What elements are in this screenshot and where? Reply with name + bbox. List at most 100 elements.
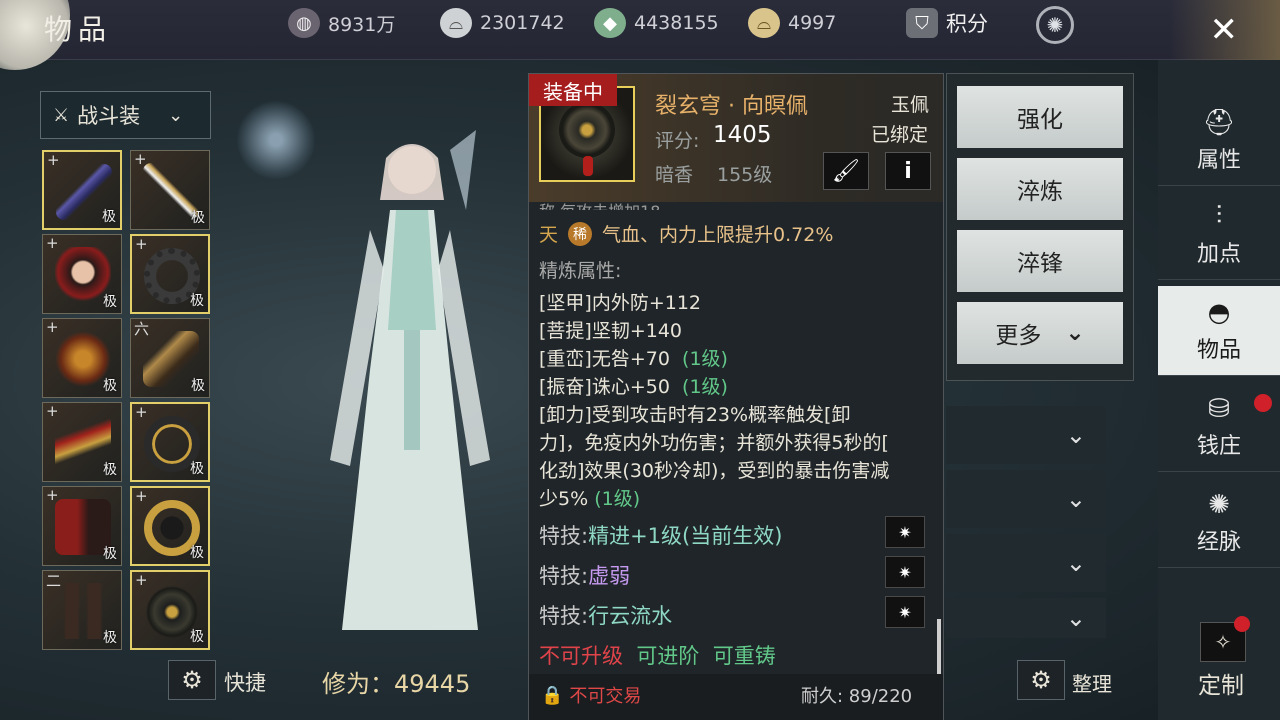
- equip-slot-weapon[interactable]: + 极: [42, 150, 122, 230]
- temper-button[interactable]: 淬炼: [957, 158, 1123, 220]
- status-line: 不可升级 可进阶 可重铸: [539, 640, 776, 670]
- outfit-dropdown[interactable]: ⚔ 战斗装 ⌄: [40, 91, 211, 139]
- tian-text: 气血、内力上限提升0.72%: [602, 224, 834, 246]
- refine-text: [振奋]诛心+50: [539, 376, 670, 398]
- button-label: 更多: [995, 323, 1042, 349]
- trick-name: 行云流水: [588, 604, 673, 628]
- equip-slot-necklace[interactable]: + 极: [130, 234, 210, 314]
- slot-grade: 极: [103, 630, 117, 646]
- equip-slot-belt[interactable]: + 极: [42, 402, 122, 482]
- tian-attribute: 天 稀 气血、内力上限提升0.72%: [539, 220, 833, 247]
- trick-line: 特技:精进+1级(当前生效): [539, 520, 782, 550]
- slot-plus: +: [135, 571, 148, 589]
- currency-coins: ◍ 8931万: [288, 6, 395, 40]
- unload-text: 少5%: [539, 488, 589, 510]
- no-upgrade-label: 不可升级: [539, 644, 623, 668]
- refine-line: [重峦]无咎+70 (1级): [539, 344, 728, 371]
- info-button[interactable]: i: [885, 152, 931, 190]
- tab-meridians[interactable]: ✺ 经脉: [1158, 478, 1280, 568]
- slot-grade: 极: [190, 629, 204, 645]
- equip-slot-pendant[interactable]: + 极: [130, 570, 210, 650]
- appearance-button[interactable]: 🖌: [823, 152, 869, 190]
- equip-slot-ring2[interactable]: + 极: [130, 486, 210, 566]
- tab-items[interactable]: ◓ 物品: [1158, 286, 1280, 376]
- bag-icon: ◓: [1207, 297, 1231, 328]
- quick-settings-button[interactable]: ⚙: [168, 660, 216, 700]
- meridian-icon: ✺: [1208, 489, 1230, 520]
- trick-line: 特技:虚弱: [539, 560, 630, 590]
- slot-grade: 极: [190, 293, 204, 309]
- gear-icon: ⚙: [1030, 666, 1052, 694]
- trick-skill-button[interactable]: ✷: [885, 596, 925, 628]
- burst-icon: ✷: [898, 602, 912, 622]
- currency-silver: ⌓ 2301742: [440, 6, 565, 40]
- silver-ingot-icon: ⌓: [440, 8, 472, 38]
- panel-scrollbar[interactable]: [937, 619, 941, 679]
- burst-icon: ✷: [898, 562, 912, 582]
- equip-slot-bracer[interactable]: 六 极: [130, 318, 210, 398]
- can-reforge-label: 可重铸: [712, 644, 776, 668]
- refine-line: [坚甲]内外防+112: [539, 288, 701, 315]
- item-detail-panel: 装备中 裂玄穹 · 向暝佩 玉佩 已绑定 评分: 1405 暗香 155级 🖌 …: [528, 73, 944, 720]
- no-trade: 🔒 不可交易: [541, 682, 641, 708]
- chevron-down-icon: ⌄: [1065, 421, 1086, 449]
- collapsed-row[interactable]: ⌄: [946, 534, 1106, 592]
- sliders-icon: ⫶: [1215, 201, 1223, 231]
- durability: 耐久: 89/220: [801, 686, 913, 707]
- currency-value: 4438155: [634, 12, 719, 34]
- collapsed-row[interactable]: ⌄: [946, 598, 1106, 638]
- points-button[interactable]: ⛉ 积分: [906, 6, 988, 40]
- equip-slot-legs[interactable]: + 极: [42, 486, 122, 566]
- equip-slot-chest[interactable]: + 极: [42, 318, 122, 398]
- collapsed-row[interactable]: ⌄: [946, 470, 1106, 528]
- action-menu: 强化 淬炼 淬锋 更多 ⌄: [946, 73, 1134, 381]
- game-screen: { "header":{"title":"物品","close_icon":"c…: [0, 0, 1280, 720]
- refine-level: (1级): [682, 376, 728, 398]
- refine-text: [菩提]坚韧+140: [539, 320, 683, 342]
- sharpen-button[interactable]: 淬锋: [957, 230, 1123, 292]
- item-level: 155级: [717, 164, 773, 186]
- refine-text: [坚甲]内外防+112: [539, 292, 702, 314]
- trick-name: 虚弱: [588, 564, 631, 588]
- tab-label: 钱庄: [1196, 433, 1241, 459]
- player-character: [330, 130, 490, 630]
- bound-status: 已绑定: [871, 124, 929, 146]
- tab-points[interactable]: ⫶ 加点: [1158, 190, 1280, 280]
- trick-label: 特技:: [539, 524, 589, 548]
- equip-slot-offhand[interactable]: + 极: [130, 150, 210, 230]
- quick-label: 快捷: [224, 671, 266, 695]
- item-type: 玉佩: [891, 94, 930, 116]
- magic-wand-icon: ✧: [1214, 630, 1232, 654]
- coin-icon: ◍: [288, 8, 320, 38]
- equip-slot-boots[interactable]: 二 极: [42, 570, 122, 650]
- slot-grade: 极: [191, 210, 205, 226]
- strengthen-button[interactable]: 强化: [957, 86, 1123, 148]
- page-title: 物品: [44, 13, 113, 46]
- shield-icon: ⛉: [906, 8, 938, 38]
- collapsed-row[interactable]: ⌄: [946, 406, 1106, 464]
- settings-gear-icon[interactable]: ✺: [1036, 6, 1074, 44]
- slot-grade: 极: [103, 462, 117, 478]
- slot-grade: 极: [103, 294, 117, 310]
- equip-slot-head[interactable]: + 极: [42, 234, 122, 314]
- score-value: 1405: [713, 122, 772, 148]
- currency-value: 4997: [788, 12, 837, 34]
- refine-line: [菩提]坚韧+140: [539, 316, 682, 343]
- button-label: 淬炼: [1017, 179, 1063, 205]
- tab-attributes[interactable]: ⛑ 属性: [1158, 96, 1280, 186]
- close-button[interactable]: ✕: [1170, 0, 1280, 60]
- equip-slot-ring1[interactable]: + 极: [130, 402, 210, 482]
- slot-plus: +: [135, 487, 148, 505]
- chevron-down-icon: ⌄: [1065, 485, 1086, 513]
- trick-skill-button[interactable]: ✷: [885, 556, 925, 588]
- more-button[interactable]: 更多 ⌄: [957, 302, 1123, 364]
- currency-gold: ⌓ 4997: [748, 6, 836, 40]
- trick-label: 特技:: [539, 604, 589, 628]
- trick-skill-button[interactable]: ✷: [885, 516, 925, 548]
- cultivation-value: 修为：49445: [322, 670, 471, 698]
- tab-label: 物品: [1196, 337, 1241, 363]
- refine-line: [振奋]诛心+50 (1级): [539, 372, 728, 399]
- sort-button[interactable]: ⚙: [1017, 660, 1065, 700]
- slot-plus: +: [135, 235, 148, 253]
- currency-value: 8931万: [328, 13, 396, 36]
